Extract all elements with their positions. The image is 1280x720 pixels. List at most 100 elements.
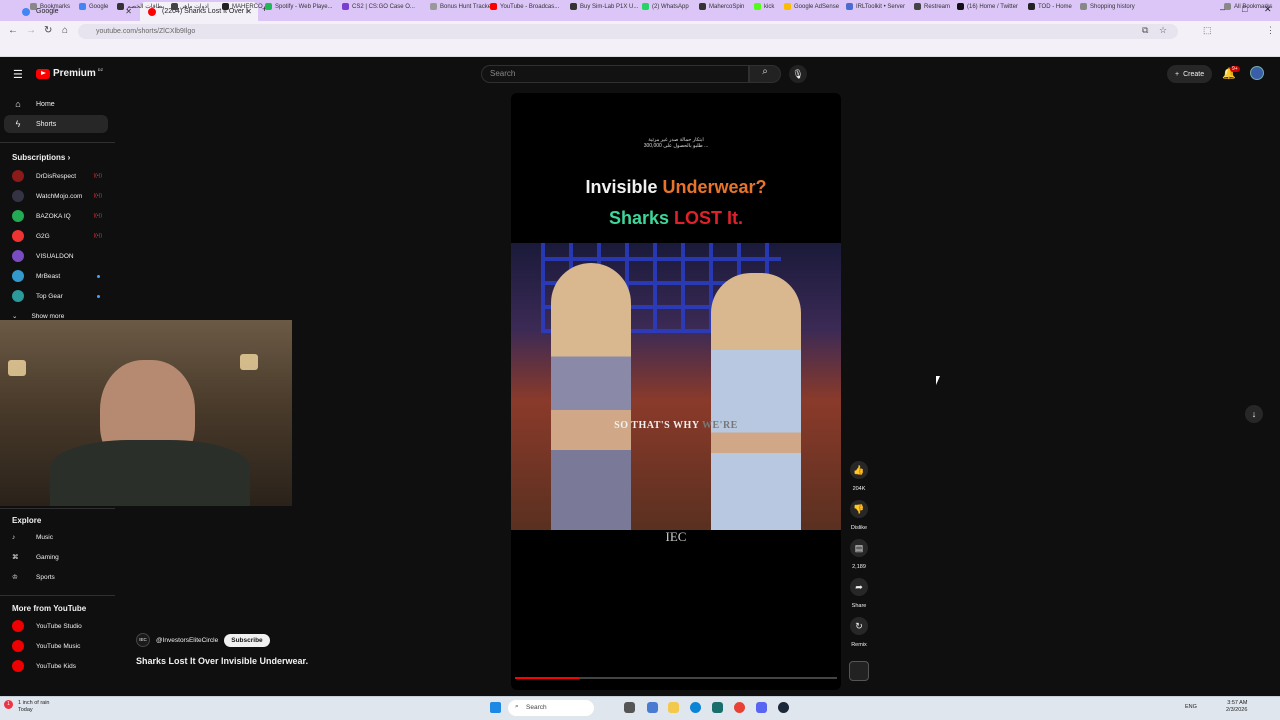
account-avatar[interactable]	[1250, 66, 1264, 80]
bookmark-item[interactable]: Bonus Hunt Tracker	[430, 3, 493, 10]
short-title[interactable]: Sharks Lost It Over Invisible Underwear.	[136, 656, 308, 666]
google-favicon-icon	[22, 7, 30, 16]
language-indicator[interactable]: ENG	[1185, 704, 1197, 710]
overlay-title-line2: Sharks LOST It.	[608, 208, 744, 228]
channel-row: IEC @InvestorsEliteCircle Subscribe	[136, 633, 270, 647]
bookmark-item[interactable]: kick	[754, 3, 774, 10]
bookmark-item[interactable]: TOD - Home	[1028, 3, 1072, 10]
back-icon[interactable]: ←	[8, 25, 18, 36]
bookmark-label: Bonus Hunt Tracker	[440, 3, 494, 10]
app-icon[interactable]	[647, 702, 658, 713]
bookmark-favicon-icon	[171, 3, 178, 10]
file-explorer-icon[interactable]	[668, 702, 679, 713]
bookmark-favicon-icon	[784, 3, 791, 10]
video-progress-bar[interactable]	[515, 677, 837, 679]
bookmark-item[interactable]: (2) WhatsApp	[642, 3, 689, 10]
bookmarks-bar	[0, 42, 1280, 57]
bookmark-item[interactable]: ادوات ماهر	[171, 3, 209, 10]
next-short-button[interactable]: ↓	[1245, 405, 1263, 423]
bookmark-item[interactable]: Spotify - Web Playe...	[265, 3, 333, 10]
bookmark-item[interactable]: (16) Home / Twitter	[957, 3, 1018, 10]
subscription-item[interactable]: Top Gear	[4, 288, 108, 304]
subscribe-button[interactable]: Subscribe	[224, 633, 270, 647]
arrow-down-icon: ↓	[1251, 409, 1257, 419]
subscription-item[interactable]: DrDisRespect ((•))	[4, 168, 108, 184]
remix-button[interactable]: ↻ Remix	[849, 617, 869, 648]
remix-label: Remix	[851, 642, 867, 648]
subscriptions-heading[interactable]: Subscriptions ›	[12, 153, 70, 162]
bookmark-item[interactable]: Restream	[914, 3, 950, 10]
progress-fill	[515, 677, 580, 679]
menu-dots-icon[interactable]: ⋮	[1266, 25, 1275, 36]
bookmark-item[interactable]: CS2 | CS:GO Case O...	[342, 3, 415, 10]
edge-icon[interactable]	[690, 702, 701, 713]
channel-avatar	[12, 170, 24, 182]
all-bookmarks[interactable]: All Bookmarks	[1224, 3, 1272, 10]
bookmark-item[interactable]: Shopping history	[1080, 3, 1135, 10]
sidebar-item-shorts[interactable]: ϟ Shorts	[4, 115, 108, 133]
hamburger-menu-icon[interactable]: ☰	[13, 68, 23, 81]
channel-handle[interactable]: @InvestorsEliteCircle	[156, 637, 218, 644]
bookmark-item[interactable]: Google	[79, 3, 108, 10]
bookmark-item[interactable]: MAHERCO	[222, 3, 263, 10]
store-icon[interactable]	[712, 702, 723, 713]
like-button[interactable]: 👍 204K	[849, 461, 869, 492]
subscription-item[interactable]: MrBeast	[4, 268, 108, 284]
chrome-icon[interactable]	[734, 702, 745, 713]
bookmark-label: Google	[89, 3, 109, 10]
task-view-icon[interactable]	[624, 702, 635, 713]
microphone-icon: 🎙	[792, 69, 804, 79]
forward-icon[interactable]: →	[26, 25, 36, 36]
system-clock[interactable]: 3:57 AM 2/3/2026	[1226, 700, 1247, 714]
bookmark-item[interactable]: MahercoSpin	[699, 3, 744, 10]
thumbs-up-icon: 👍	[850, 461, 868, 479]
subscription-item[interactable]: G2G ((•))	[4, 228, 108, 244]
subscription-name: Top Gear	[36, 292, 63, 300]
sound-thumbnail[interactable]	[849, 661, 869, 681]
windows-start-icon[interactable]	[490, 702, 501, 713]
share-button[interactable]: ➦ Share	[849, 578, 869, 609]
search-button[interactable]: ⌕	[749, 65, 781, 83]
subscription-item[interactable]: WatchMojo.com ((•))	[4, 188, 108, 204]
bookmark-label: (2) WhatsApp	[652, 3, 689, 10]
bookmark-item[interactable]: YouTube - Broadcas...	[490, 3, 559, 10]
subscription-name: G2G	[36, 232, 50, 240]
bookmark-label: Bookmarks	[40, 3, 71, 10]
install-icon[interactable]: ⧉	[1142, 25, 1148, 36]
bookmark-item[interactable]: Buy Sim-Lab P1X U...	[570, 3, 638, 10]
person-left	[551, 263, 631, 530]
comments-button[interactable]: ▤ 2,189	[849, 539, 869, 570]
star-icon[interactable]: ☆	[1159, 25, 1167, 36]
show-more-label: Show more	[31, 312, 65, 320]
bookmark-label: Restream	[924, 3, 951, 10]
youtube-logo[interactable]: Premium DZ	[36, 67, 103, 79]
bookmark-label: MAHERCO	[232, 3, 263, 10]
short-video-player[interactable]: ابتكار حمالة صدر غير مرئية 300,000 طلبو …	[511, 93, 841, 690]
sidebar-item-label: Home	[36, 100, 55, 108]
subscription-item[interactable]: BAZOKA IQ ((•))	[4, 208, 108, 224]
dislike-button[interactable]: 👎 Dislike	[849, 500, 869, 531]
bookmark-item[interactable]: Bookmarks	[30, 3, 70, 10]
bookmark-label: Google AdSense	[794, 3, 840, 10]
create-button[interactable]: + Create	[1167, 65, 1213, 83]
bookmark-item[interactable]: IRLToolkit • Server	[846, 3, 905, 10]
like-count: 204K	[852, 486, 866, 492]
subscription-item[interactable]: VISUALDON	[4, 248, 108, 264]
taskbar-search[interactable]: ⌕ Search	[508, 700, 594, 716]
bookmark-item[interactable]: بطاقات الخصم	[117, 3, 164, 10]
steam-icon[interactable]	[778, 702, 789, 713]
bookmark-favicon-icon	[570, 3, 577, 10]
weather-widget[interactable]: 1 inch of rain Today	[18, 700, 50, 714]
create-label: Create	[1183, 70, 1205, 78]
voice-search-button[interactable]: 🎙	[789, 65, 807, 83]
extensions-icon[interactable]: ⬚	[1203, 25, 1212, 36]
bookmark-item[interactable]: Google AdSense	[784, 3, 839, 10]
bookmark-favicon-icon	[30, 3, 37, 10]
search-input[interactable]: Search	[481, 65, 749, 83]
sidebar-item-home[interactable]: ⌂ Home	[4, 95, 108, 113]
channel-avatar[interactable]: IEC	[136, 633, 150, 647]
discord-icon[interactable]	[756, 702, 767, 713]
address-bar[interactable]: youtube.com/shorts/ZlCXlb9Ilgo	[78, 24, 1178, 39]
home-icon[interactable]: ⌂	[62, 25, 68, 36]
reload-icon[interactable]: ↻	[44, 25, 52, 36]
